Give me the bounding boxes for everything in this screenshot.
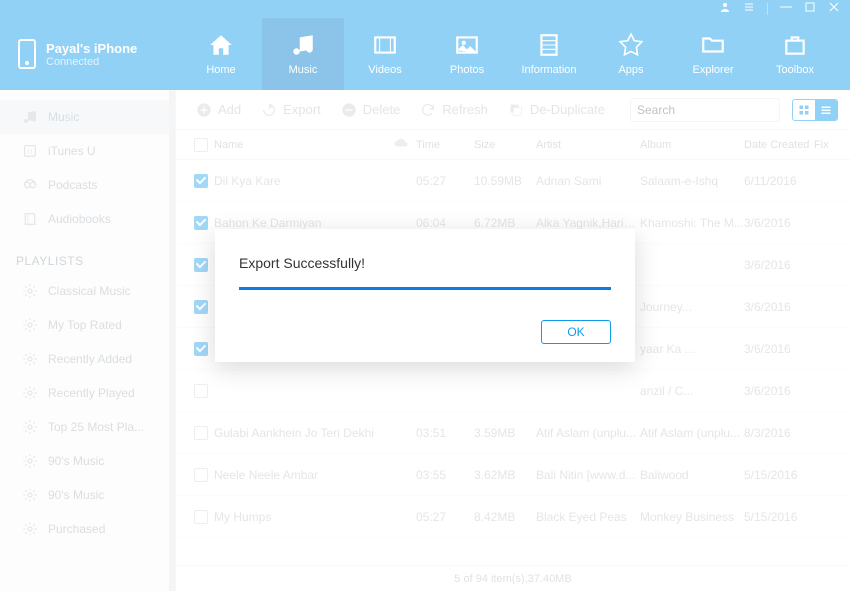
dialog-title: Export Successfully! xyxy=(239,255,611,271)
modal-overlay: Export Successfully! OK xyxy=(0,0,850,591)
export-dialog: Export Successfully! OK xyxy=(215,229,635,362)
progress-bar xyxy=(239,287,611,290)
ok-button[interactable]: OK xyxy=(541,320,611,344)
